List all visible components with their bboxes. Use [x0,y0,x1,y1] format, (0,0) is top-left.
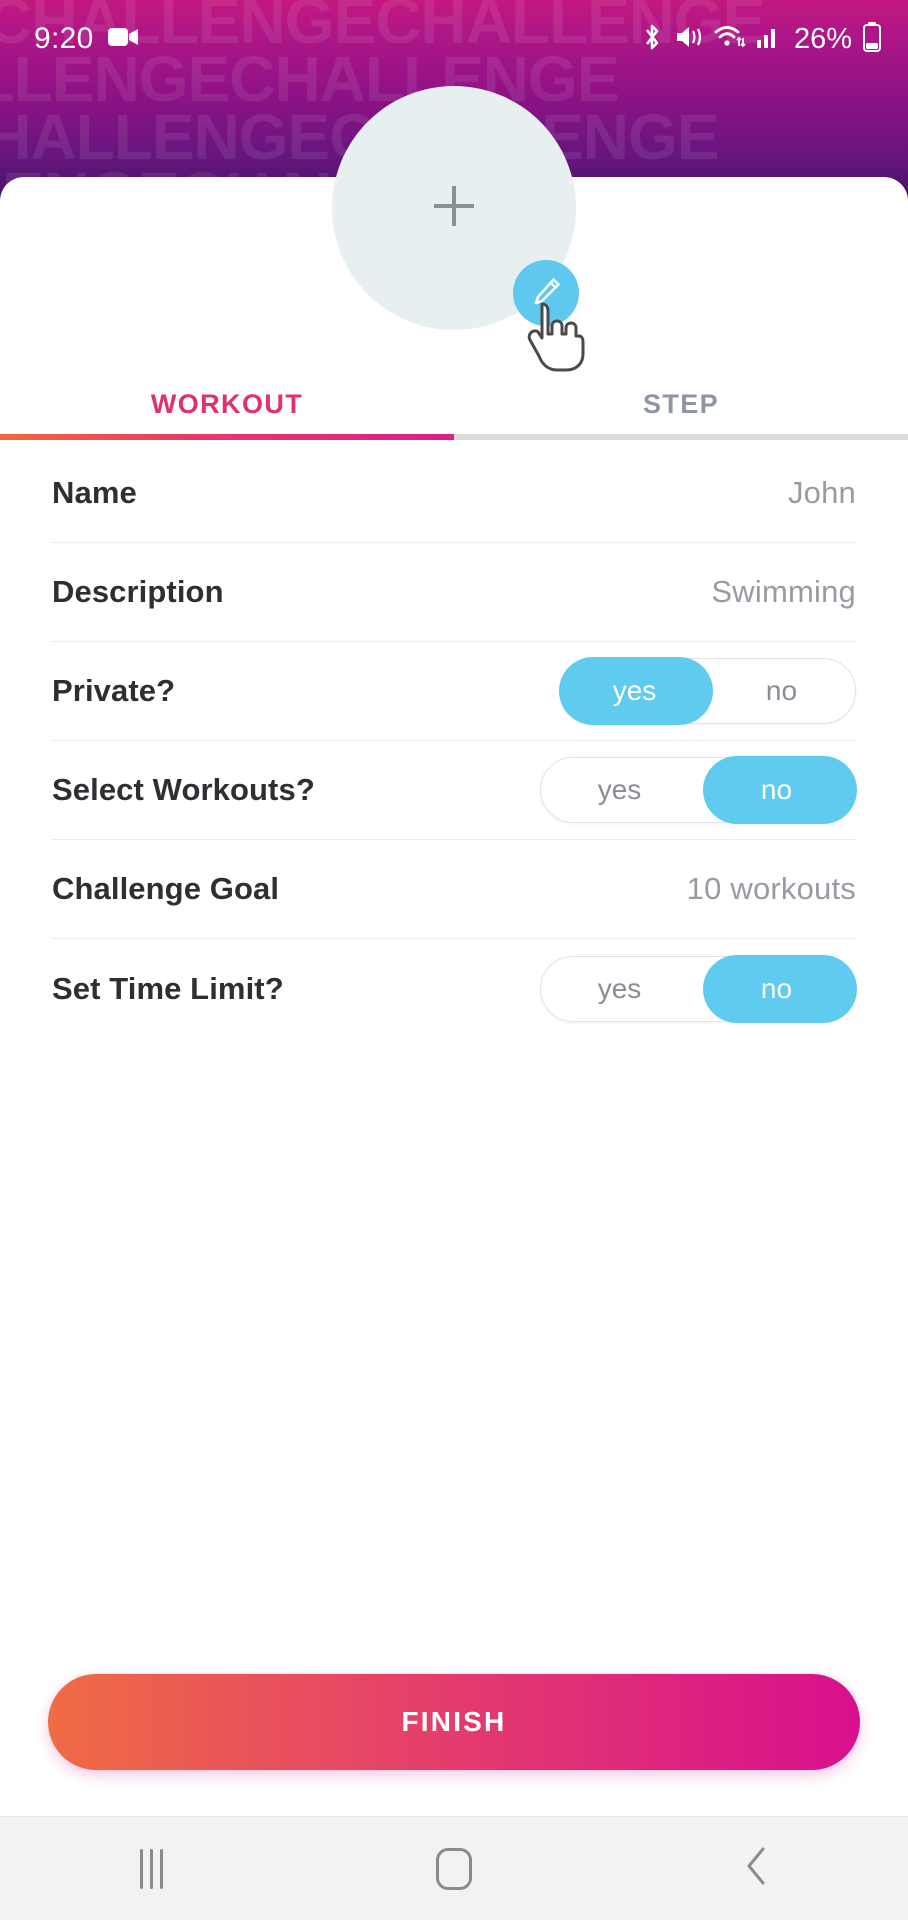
plus-icon [426,178,482,239]
tab-workout[interactable]: WORKOUT [0,368,454,440]
select-workouts-toggle-yes[interactable]: yes [541,758,698,822]
home-button[interactable] [303,1817,606,1920]
form-row-label: Challenge Goal [52,871,280,906]
private-toggle[interactable]: yes no [559,657,856,725]
battery-icon [862,21,882,57]
mute-vibrate-icon [674,23,704,56]
finish-button-label: FINISH [401,1706,507,1737]
private-toggle-yes[interactable]: yes [561,659,708,723]
form-row-challenge-goal[interactable]: Challenge Goal 10 workouts [52,840,856,939]
form-row-private: Private? yes no [52,642,856,741]
private-toggle-no[interactable]: no [708,659,855,723]
tab-step[interactable]: STEP [454,368,908,440]
tab-step-label: STEP [642,388,720,419]
form-row-label: Select Workouts? [52,772,315,807]
form-row-label: Private? [52,673,176,708]
pencil-icon [528,273,564,314]
tab-active-indicator [0,434,454,440]
back-button[interactable] [605,1817,908,1920]
bluetooth-icon [640,22,664,57]
wifi-icon [714,24,746,55]
form-row-label: Set Time Limit? [52,970,284,1006]
form-row-value[interactable]: Swimming [711,574,856,610]
set-time-limit-toggle[interactable]: yes no [540,954,857,1023]
set-time-limit-toggle-yes[interactable]: yes [541,957,698,1021]
form-row-select-workouts: Select Workouts? yes no [52,741,857,840]
phone-screen: CHALLENGECHALLENGE CHALLENGECHALLENGE CH… [0,0,908,1920]
avatar[interactable] [332,86,579,330]
form-row-name[interactable]: Name John [52,444,856,543]
tab-bar: WORKOUT STEP [0,368,908,440]
form-row-value[interactable]: 10 workouts [687,871,856,907]
select-workouts-toggle-no[interactable]: no [698,758,855,822]
video-recording-icon [107,25,140,54]
battery-percent-label: 26% [793,22,852,55]
android-nav-bar [0,1816,908,1920]
form-row-set-time-limit: Set Time Limit? yes no [52,939,857,1038]
recents-icon [139,1848,163,1889]
tab-workout-label: WORKOUT [150,388,304,419]
form-row-value[interactable]: John [788,475,856,511]
back-icon [742,1844,772,1893]
form-row-label: Description [52,574,224,609]
set-time-limit-toggle-no[interactable]: no [698,957,855,1021]
status-bar-clock: 9:20 [34,22,94,55]
edit-avatar-button[interactable] [513,260,579,326]
recents-button[interactable] [0,1817,303,1920]
finish-button[interactable]: FINISH [48,1674,860,1770]
home-icon [436,1847,472,1890]
form-row-description[interactable]: Description Swimming [52,543,856,642]
cellular-signal-icon [756,24,782,55]
form-row-label: Name [52,475,137,510]
status-bar: 9:20 26% [0,0,908,78]
select-workouts-toggle[interactable]: yes no [540,756,857,824]
challenge-form: Name John Description Swimming Private? … [0,444,908,1038]
